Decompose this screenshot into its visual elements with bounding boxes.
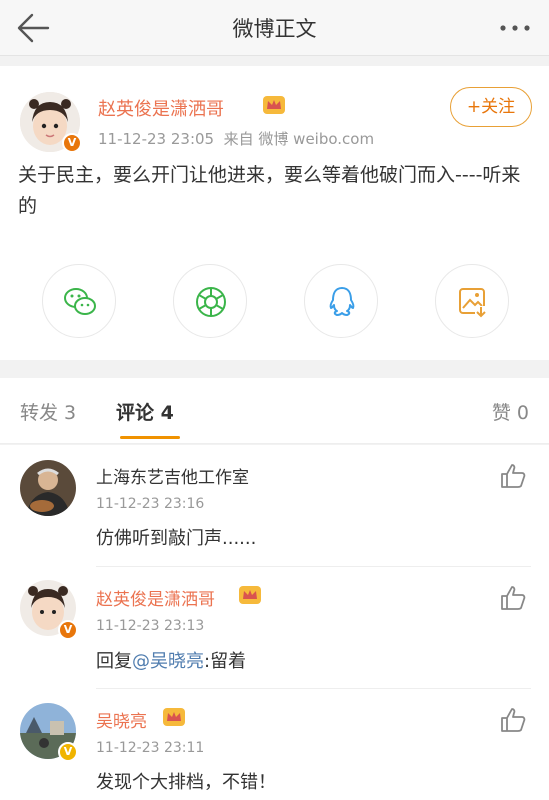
commenter-name[interactable]: 吴晓亮	[96, 707, 147, 732]
top-bar: 微博正文	[0, 0, 549, 56]
comment-time: 11-12-23 23:16	[96, 496, 205, 512]
post-text: 关于民主，要么开门让他进来，要么等着他破门而入----听来的	[18, 164, 521, 217]
active-tab-indicator	[120, 436, 180, 439]
comment-list	[0, 445, 549, 800]
save-image-icon	[459, 288, 487, 318]
commenter-avatar[interactable]	[20, 460, 76, 516]
commenter-name[interactable]: 上海东艺吉他工作室	[96, 463, 249, 488]
comment-time: 11-12-23 23:11	[96, 740, 205, 756]
thumbs-up-icon[interactable]	[499, 462, 527, 490]
crown-icon	[239, 586, 261, 604]
thumbs-up-icon[interactable]	[499, 706, 527, 734]
share-save-image-button[interactable]	[435, 264, 509, 338]
tab-likes[interactable]: 赞 0	[492, 398, 529, 425]
tab-comments[interactable]: 评论 4	[116, 398, 174, 425]
reply-prefix: 回复	[96, 651, 132, 672]
verified-badge-icon: V	[58, 742, 78, 762]
wechat-icon	[64, 288, 96, 315]
commenter-name[interactable]: 赵英俊是潇洒哥	[96, 585, 215, 610]
share-moments-button[interactable]	[173, 264, 247, 338]
follow-button[interactable]: +关注	[450, 87, 532, 127]
crown-icon	[163, 708, 185, 726]
post-source: 来自 微博 weibo.com	[223, 130, 375, 148]
verified-badge-icon: V	[62, 133, 82, 153]
share-qq-button[interactable]	[304, 264, 378, 338]
comment-text: 仿佛听到敲门声......	[96, 528, 257, 549]
mention-link[interactable]: @吴晓亮	[132, 651, 204, 672]
post-meta: 11-12-23 23:05 来自 微博 weibo.com	[98, 128, 374, 149]
share-wechat-button[interactable]	[42, 264, 116, 338]
divider	[96, 566, 531, 567]
reply-text: :留着	[204, 651, 247, 672]
qq-icon	[329, 287, 355, 316]
verified-badge-icon: V	[58, 620, 78, 640]
comment-time: 11-12-23 23:13	[96, 618, 205, 634]
tabs-bar: 转发 3 评论 4 赞 0	[0, 378, 549, 444]
comment-text: 回复@吴晓亮:留着	[96, 647, 246, 673]
more-dots-icon[interactable]	[495, 14, 535, 42]
page-title: 微博正文	[232, 17, 317, 41]
author-name[interactable]: 赵英俊是潇洒哥	[98, 95, 224, 121]
moments-icon	[196, 287, 226, 317]
post-time: 11-12-23 23:05	[98, 130, 215, 148]
divider	[96, 688, 531, 689]
tab-repost[interactable]: 转发 3	[20, 398, 76, 425]
thumbs-up-icon[interactable]	[499, 584, 527, 612]
crown-icon	[263, 96, 285, 114]
comment-text: 发现个大排档，不错！	[96, 772, 276, 793]
